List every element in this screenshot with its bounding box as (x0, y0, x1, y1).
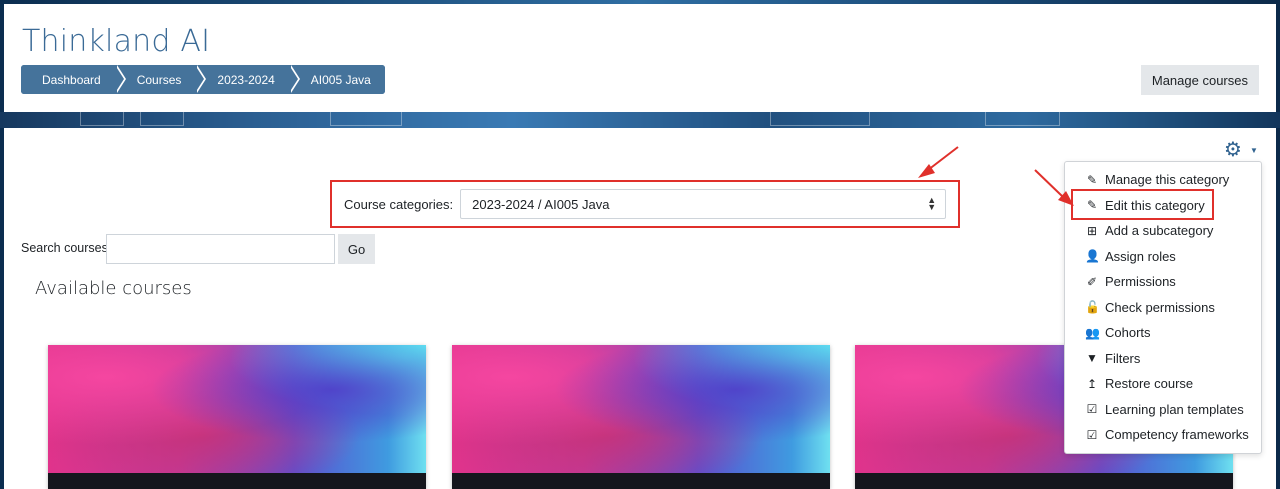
menu-item-add-subcategory[interactable]: ⊞ Add a subcategory (1065, 218, 1261, 244)
breadcrumb: Dashboard Courses 2023-2024 AI005 Java (21, 65, 385, 94)
check-square-icon: ☑ (1086, 427, 1098, 442)
course-category-selected-value: 2023-2024 / AI005 Java (472, 196, 610, 212)
banner-decoration (140, 112, 184, 126)
available-courses-heading: Available courses (35, 278, 192, 299)
course-image (48, 345, 426, 473)
course-card-footer (452, 473, 830, 489)
select-arrows-icon: ▲ ▼ (927, 195, 937, 212)
level-up-icon: ↥ (1086, 376, 1098, 391)
menu-item-learning-plan-templates[interactable]: ☑ Learning plan templates (1065, 397, 1261, 423)
menu-item-label: Cohorts (1105, 325, 1151, 341)
breadcrumb-dashboard[interactable]: Dashboard (21, 65, 126, 94)
menu-item-check-permissions[interactable]: 🔓 Check permissions (1065, 295, 1261, 321)
check-square-icon: ☑ (1086, 402, 1098, 417)
filter-icon: ▼ (1086, 351, 1098, 366)
users-icon: 👥 (1085, 325, 1100, 340)
gear-icon: ⚙ (1224, 139, 1242, 161)
menu-item-permissions[interactable]: ✐ Permissions (1065, 269, 1261, 295)
menu-item-label: Check permissions (1105, 299, 1215, 315)
menu-item-label: Assign roles (1105, 248, 1176, 264)
menu-item-label: Learning plan templates (1105, 401, 1244, 417)
menu-item-label: Manage this category (1105, 172, 1230, 188)
menu-item-filters[interactable]: ▼ Filters (1065, 346, 1261, 372)
course-image (452, 345, 830, 473)
course-card-footer (855, 473, 1233, 489)
search-go-button[interactable]: Go (338, 234, 375, 264)
menu-item-assign-roles[interactable]: 👤 Assign roles (1065, 244, 1261, 270)
unlock-icon: 🔓 (1085, 300, 1100, 315)
pencil-icon: ✎ (1086, 172, 1098, 187)
manage-courses-button[interactable]: Manage courses (1140, 65, 1259, 95)
settings-menu-toggle[interactable]: ⚙ ▼ (1224, 139, 1268, 161)
menu-item-label: Competency frameworks (1105, 427, 1249, 443)
course-card-footer (48, 473, 426, 489)
menu-item-label: Add a subcategory (1105, 223, 1214, 239)
banner-decoration (80, 112, 124, 126)
header-banner-strip (0, 112, 1280, 128)
site-title: Thinkland AI (22, 24, 211, 59)
menu-item-competency-frameworks[interactable]: ☑ Competency frameworks (1065, 422, 1261, 448)
plus-square-icon: ⊞ (1086, 223, 1098, 238)
banner-decoration (985, 112, 1060, 126)
breadcrumb-2023-2024[interactable]: 2023-2024 (195, 65, 301, 94)
user-plus-icon: 👤 (1085, 249, 1100, 264)
search-courses-label: Search courses (21, 241, 108, 255)
menu-item-cohorts[interactable]: 👥 Cohorts (1065, 320, 1261, 346)
course-category-selector: Course categories: 2023-2024 / AI005 Jav… (330, 180, 960, 228)
search-courses-input[interactable] (106, 234, 335, 264)
breadcrumb-courses[interactable]: Courses (114, 65, 207, 94)
banner-decoration (330, 112, 402, 126)
breadcrumb-ai005-java[interactable]: AI005 Java (288, 65, 385, 94)
edit-category-highlight-box (1071, 189, 1214, 220)
menu-item-restore-course[interactable]: ↥ Restore course (1065, 371, 1261, 397)
banner-decoration (770, 112, 870, 126)
menu-item-label: Permissions (1105, 274, 1176, 290)
main-content: ⚙ ▼ Course categories: 2023-2024 / AI005… (4, 128, 1276, 489)
course-card[interactable] (452, 345, 830, 489)
course-card[interactable] (48, 345, 426, 489)
edit-square-icon: ✐ (1086, 274, 1098, 289)
caret-down-icon: ▼ (1249, 145, 1258, 155)
menu-item-label: Restore course (1105, 376, 1194, 392)
menu-item-label: Filters (1105, 350, 1141, 366)
course-category-select[interactable]: 2023-2024 / AI005 Java ▲ ▼ (460, 189, 947, 219)
page-header: Thinkland AI Dashboard Courses 2023-2024… (4, 4, 1276, 112)
course-categories-label: Course categories: (344, 196, 454, 212)
